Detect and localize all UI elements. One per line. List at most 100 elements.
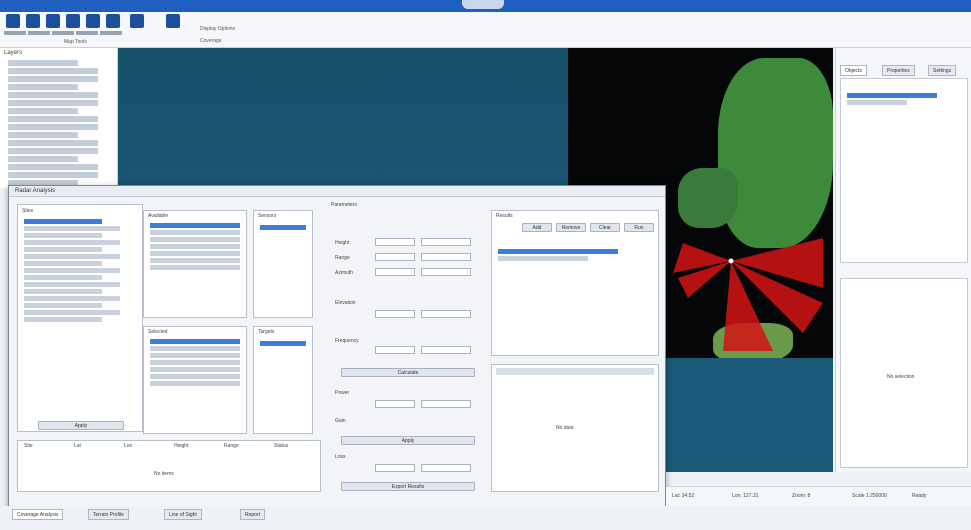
tab-coverage-analysis[interactable]: Coverage Analysis (12, 509, 64, 520)
power-unit-field[interactable] (421, 400, 471, 408)
frequency-field[interactable] (375, 346, 415, 354)
tree-row[interactable] (8, 156, 78, 162)
results-remove-button[interactable]: Remove (556, 223, 586, 232)
open-icon[interactable] (6, 14, 20, 28)
height-field[interactable] (375, 238, 415, 246)
param-label: Frequency (335, 338, 359, 344)
tree-row[interactable] (24, 310, 120, 315)
tree-row[interactable] (24, 247, 102, 252)
azimuth-unit-field[interactable] (421, 268, 471, 276)
list-item[interactable] (150, 230, 240, 235)
list-item[interactable] (150, 346, 240, 351)
list-item[interactable] (260, 225, 306, 230)
list-item[interactable] (498, 256, 588, 261)
tree-row[interactable] (8, 76, 98, 82)
loss-unit-field[interactable] (421, 464, 471, 472)
list-item[interactable] (150, 367, 240, 372)
tree-row[interactable] (8, 60, 78, 66)
coverage-icon[interactable] (166, 14, 180, 28)
tab-settings[interactable]: Settings (928, 65, 957, 76)
list-item[interactable] (150, 244, 240, 249)
sensors-list[interactable]: Sensors (253, 210, 313, 318)
tree-row[interactable] (8, 68, 98, 74)
tree-row[interactable] (8, 172, 98, 178)
tree-row[interactable] (847, 100, 907, 105)
list-item[interactable] (150, 360, 240, 365)
tree-row[interactable] (8, 132, 78, 138)
selected-list[interactable]: Selected (143, 326, 247, 434)
status-item: Scale 1:250000 (852, 493, 887, 499)
height-unit-field[interactable] (421, 238, 471, 246)
ribbon-label (4, 31, 26, 35)
tree-row[interactable] (24, 275, 102, 280)
tree-row[interactable] (24, 282, 120, 287)
panel-title: Layers (4, 50, 23, 56)
tree-row[interactable] (24, 268, 120, 273)
list-item[interactable] (150, 237, 240, 242)
loss-field[interactable] (375, 464, 415, 472)
list-item[interactable] (150, 258, 240, 263)
available-list[interactable]: Available (143, 210, 247, 318)
tree-row[interactable] (24, 240, 120, 245)
list-item[interactable] (150, 265, 240, 270)
zoom-icon[interactable] (66, 14, 80, 28)
tree-row[interactable] (24, 219, 102, 224)
tab-line-of-sight[interactable]: Line of Sight (164, 509, 202, 520)
list-item[interactable] (150, 374, 240, 379)
tab-report[interactable]: Report (240, 509, 266, 520)
results-clear-button[interactable]: Clear (590, 223, 620, 232)
tree-row[interactable] (24, 226, 120, 231)
object-tree[interactable] (840, 78, 968, 263)
list-item[interactable] (150, 223, 240, 228)
tree-row[interactable] (8, 92, 98, 98)
tree-row[interactable] (8, 108, 78, 114)
export-button[interactable]: Export Results (341, 482, 475, 491)
elevation-field[interactable] (375, 310, 415, 318)
sites-tree[interactable]: Sites Apply (17, 204, 143, 432)
list-item[interactable] (150, 381, 240, 386)
tree-row[interactable] (24, 303, 102, 308)
tree-row[interactable] (8, 84, 78, 90)
tree-row[interactable] (24, 233, 102, 238)
tree-row[interactable] (8, 140, 98, 146)
tab-properties[interactable]: Properties (882, 65, 915, 76)
targets-list[interactable]: Targets (253, 326, 313, 434)
tab-terrain-profile[interactable]: Terrain Profile (88, 509, 129, 520)
tree-row[interactable] (8, 148, 98, 154)
apply-button[interactable]: Apply (38, 421, 124, 430)
power-field[interactable] (375, 400, 415, 408)
frequency-unit-field[interactable] (421, 346, 471, 354)
tree-row[interactable] (24, 261, 102, 266)
apply-params-button[interactable]: Apply (341, 436, 475, 445)
tree-row[interactable] (24, 289, 102, 294)
list-item[interactable] (150, 251, 240, 256)
sites-table[interactable]: Site Lat Lon Height Range Status No items (17, 440, 321, 492)
list-item[interactable] (260, 341, 306, 346)
pan-icon[interactable] (86, 14, 100, 28)
radar-icon[interactable] (130, 14, 144, 28)
measure-icon[interactable] (106, 14, 120, 28)
layers-icon[interactable] (46, 14, 60, 28)
results-add-button[interactable]: Add (522, 223, 552, 232)
results-run-button[interactable]: Run (624, 223, 654, 232)
results-list[interactable]: Results Add Remove Clear Run (491, 210, 659, 356)
tree-row[interactable] (8, 164, 98, 170)
range-unit-field[interactable] (421, 253, 471, 261)
azimuth-field[interactable] (375, 268, 415, 276)
status-item: Lat: 34.52 (672, 493, 695, 499)
tree-row[interactable] (24, 296, 120, 301)
list-item[interactable] (150, 339, 240, 344)
save-icon[interactable] (26, 14, 40, 28)
list-item[interactable] (150, 353, 240, 358)
tree-row[interactable] (8, 124, 98, 130)
tree-row[interactable] (8, 100, 98, 106)
calculate-button[interactable]: Calculate (341, 368, 475, 377)
tree-row[interactable] (847, 93, 937, 98)
tab-objects[interactable]: Objects (840, 65, 867, 76)
tree-row[interactable] (8, 116, 98, 122)
tree-row[interactable] (24, 317, 102, 322)
range-field[interactable] (375, 253, 415, 261)
list-item[interactable] (498, 249, 618, 254)
elevation-unit-field[interactable] (421, 310, 471, 318)
tree-row[interactable] (24, 254, 120, 259)
